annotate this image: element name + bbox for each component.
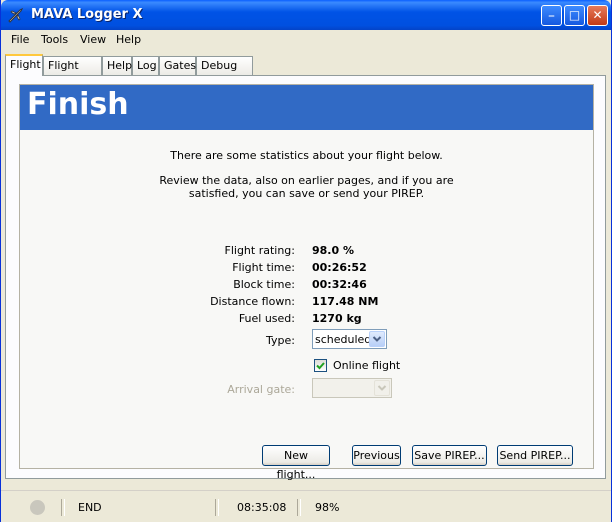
- menu-help[interactable]: Help: [116, 33, 141, 46]
- arrival-gate-select[interactable]: [312, 378, 392, 398]
- rating-status: 98%: [315, 501, 340, 514]
- review-text-line-2: satisfied, you can save or send your PIR…: [188, 187, 425, 200]
- maximize-icon: □: [568, 8, 581, 22]
- menu-bar: File Tools View Help: [1, 30, 611, 50]
- minimize-icon: _: [548, 4, 555, 17]
- fuel-used-label: Fuel used:: [238, 312, 295, 325]
- close-button[interactable]: ✕: [587, 5, 608, 26]
- type-select-value: scheduled: [315, 333, 372, 346]
- menu-view[interactable]: View: [80, 33, 106, 46]
- minimize-button[interactable]: _: [541, 4, 562, 26]
- online-flight-checkbox[interactable]: [314, 359, 327, 372]
- block-time-value: 00:32:46: [312, 278, 367, 291]
- flight-rating-label: Flight rating:: [224, 244, 296, 257]
- tab-panel: Finish There are some statistics about y…: [5, 75, 606, 481]
- flight-stage-status: END: [78, 501, 102, 514]
- type-select[interactable]: scheduled: [312, 329, 387, 349]
- type-label: Type:: [266, 334, 295, 347]
- flight-time-label: Flight time:: [232, 261, 295, 274]
- checkmark-icon: [316, 362, 325, 370]
- block-time-label: Block time:: [233, 278, 295, 291]
- airplane-icon: [7, 6, 25, 24]
- tab-debug-log[interactable]: Debug log: [196, 56, 253, 90]
- review-text-line-1: Review the data, also on earlier pages, …: [159, 174, 454, 187]
- status-separator: [215, 499, 219, 516]
- tab-log[interactable]: Log: [132, 56, 159, 75]
- send-pirep-button[interactable]: Send PIREP...: [497, 445, 573, 466]
- distance-flown-value: 117.48 NM: [312, 295, 379, 308]
- page-title: Finish: [27, 87, 129, 122]
- status-separator: [297, 499, 301, 516]
- page-banner: Finish: [20, 85, 593, 130]
- tab-flight[interactable]: Flight: [5, 54, 43, 76]
- online-flight-label[interactable]: Online flight: [333, 359, 400, 372]
- window-title: MAVA Logger X: [31, 7, 143, 22]
- chevron-down-icon: [374, 380, 390, 396]
- title-bar[interactable]: MAVA Logger X _ □ ✕: [1, 0, 611, 30]
- tab-gates[interactable]: Gates: [159, 56, 196, 75]
- wizard-page: Finish There are some statistics about y…: [19, 84, 594, 481]
- status-bar: END 08:35:08 98%: [1, 490, 611, 522]
- flight-rating-value: 98.0 %: [312, 244, 354, 257]
- close-icon: ✕: [592, 8, 603, 22]
- status-separator: [61, 499, 65, 516]
- menu-file[interactable]: File: [11, 33, 29, 46]
- intro-text: There are some statistics about your fli…: [170, 149, 443, 162]
- tab-flight-info[interactable]: Flight info: [43, 56, 102, 90]
- status-indicator-icon: [30, 500, 45, 515]
- arrival-gate-label: Arrival gate:: [227, 383, 295, 396]
- previous-button[interactable]: Previous: [352, 445, 401, 466]
- tab-help[interactable]: Help: [102, 56, 132, 75]
- save-pirep-button[interactable]: Save PIREP...: [412, 445, 487, 466]
- menu-tools[interactable]: Tools: [41, 33, 68, 46]
- maximize-button[interactable]: □: [564, 5, 585, 26]
- distance-flown-label: Distance flown:: [210, 295, 295, 308]
- chevron-down-icon: [369, 331, 385, 347]
- fuel-used-value: 1270 kg: [312, 312, 362, 325]
- new-flight-button[interactable]: New flight...: [262, 445, 330, 481]
- flight-time-value: 00:26:52: [312, 261, 367, 274]
- app-window: MAVA Logger X _ □ ✕ File Tools View Help…: [0, 0, 612, 522]
- clock-status: 08:35:08: [237, 501, 287, 514]
